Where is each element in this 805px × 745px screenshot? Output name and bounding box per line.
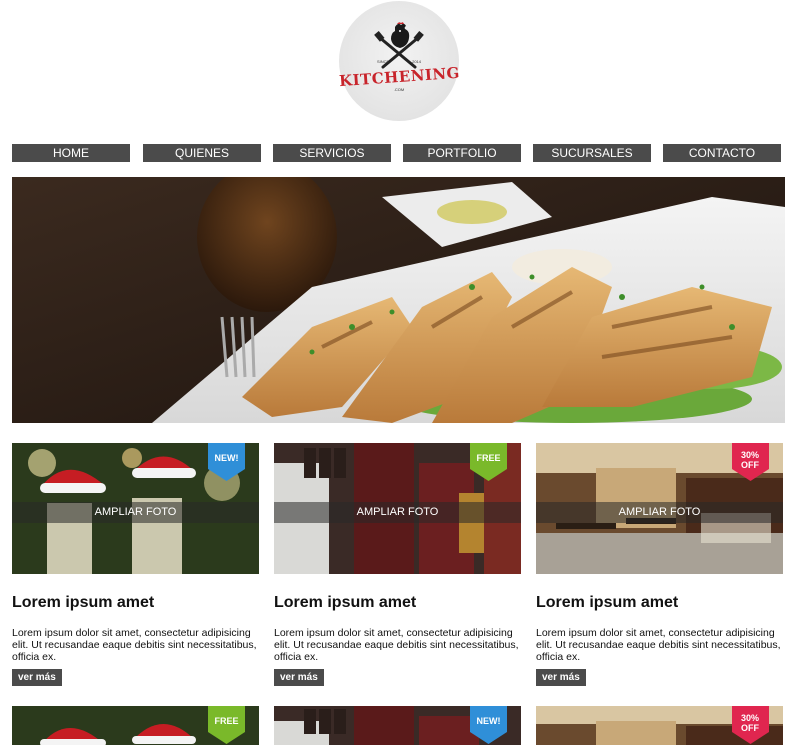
nav-home[interactable]: HOME <box>12 144 130 162</box>
logo-year: 2014 <box>412 59 421 64</box>
promo-card-1: NEW! AMPLIAR FOTO Lorem ipsum amet Lorem… <box>12 443 259 686</box>
logo-dotcom: .COM <box>393 87 405 92</box>
ampliar-foto-button[interactable]: AMPLIAR FOTO <box>12 502 259 523</box>
promo-card-3: 30% OFF AMPLIAR FOTO Lorem ipsum amet Lo… <box>536 443 783 686</box>
hero-food-image <box>12 177 785 423</box>
nav-contacto[interactable]: CONTACTO <box>663 144 781 162</box>
nav-portfolio[interactable]: PORTFOLIO <box>403 144 521 162</box>
card-title: Lorem ipsum amet <box>274 594 417 611</box>
promo-card-2: FREE AMPLIAR FOTO Lorem ipsum amet Lorem… <box>274 443 521 686</box>
card-title: Lorem ipsum amet <box>12 594 155 611</box>
card-description: Lorem ipsum dolor sit amet, consectetur … <box>274 627 519 663</box>
badge-new: NEW! <box>208 443 245 481</box>
card-description: Lorem ipsum dolor sit amet, consectetur … <box>12 627 257 663</box>
ver-mas-button[interactable]: ver más <box>536 669 586 686</box>
card-image-bottles[interactable]: FREE AMPLIAR FOTO <box>274 443 521 574</box>
card-image-restaurant[interactable]: 30% OFF AMPLIAR FOTO <box>536 443 783 574</box>
card-image-christmas[interactable]: NEW! AMPLIAR FOTO <box>12 443 259 574</box>
badge-free: FREE <box>470 443 507 481</box>
ver-mas-button[interactable]: ver más <box>12 669 62 686</box>
nav-quienes[interactable]: QUIENES <box>143 144 261 162</box>
site-logo[interactable]: SINCE 2014 KITCHENING .COM <box>339 1 460 121</box>
chef-knives-icon <box>374 22 424 69</box>
card-title: Lorem ipsum amet <box>536 594 679 611</box>
promo-card-5[interactable]: NEW! <box>274 706 521 745</box>
badge-new: NEW! <box>470 706 507 744</box>
promo-card-6[interactable]: 30% OFF <box>536 706 783 745</box>
main-nav: HOME QUIENES SERVICIOS PORTFOLIO SUCURSA… <box>12 144 782 162</box>
promo-card-4[interactable]: FREE <box>12 706 259 745</box>
badge-30-off: 30% OFF <box>732 443 769 481</box>
nav-servicios[interactable]: SERVICIOS <box>273 144 391 162</box>
ver-mas-button[interactable]: ver más <box>274 669 324 686</box>
ampliar-foto-button[interactable]: AMPLIAR FOTO <box>274 502 521 523</box>
nav-sucursales[interactable]: SUCURSALES <box>533 144 651 162</box>
card-description: Lorem ipsum dolor sit amet, consectetur … <box>536 627 781 663</box>
logo-since: SINCE <box>377 59 390 64</box>
ampliar-foto-button[interactable]: AMPLIAR FOTO <box>536 502 783 523</box>
badge-30-off: 30% OFF <box>732 706 769 744</box>
badge-free: FREE <box>208 706 245 744</box>
